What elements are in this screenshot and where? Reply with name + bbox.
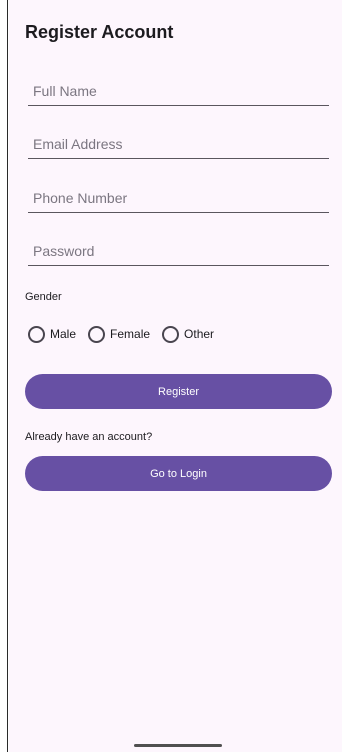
radio-button-icon[interactable] (28, 325, 45, 343)
email-input[interactable] (28, 133, 329, 158)
full-name-input[interactable] (28, 80, 329, 105)
register-form-container: Register Account Gender Male Female (9, 0, 342, 752)
gender-radio-group: Male Female Other (28, 325, 214, 343)
radio-button-icon[interactable] (162, 325, 180, 343)
login-prompt-text: Already have an account? (25, 431, 153, 443)
full-name-field (28, 80, 329, 106)
password-field (28, 240, 329, 266)
home-indicator[interactable] (134, 744, 222, 747)
window-edge (0, 0, 8, 752)
gender-option-female[interactable]: Female (88, 325, 151, 343)
password-input[interactable] (28, 240, 329, 265)
go-to-login-button[interactable]: Go to Login (25, 456, 332, 491)
email-field (28, 133, 329, 159)
register-button[interactable]: Register (25, 374, 332, 409)
gender-option-label: Female (110, 327, 151, 341)
gender-option-label: Male (50, 327, 77, 341)
gender-option-other[interactable]: Other (162, 325, 215, 343)
page-title: Register Account (25, 22, 174, 42)
gender-option-male[interactable]: Male (28, 325, 77, 343)
radio-button-icon[interactable] (88, 325, 106, 343)
register-screen: Register Account Gender Male Female (0, 0, 342, 752)
gender-option-label: Other (184, 327, 215, 341)
phone-input[interactable] (28, 187, 329, 212)
gender-label: Gender (25, 291, 62, 303)
phone-field (28, 187, 329, 213)
